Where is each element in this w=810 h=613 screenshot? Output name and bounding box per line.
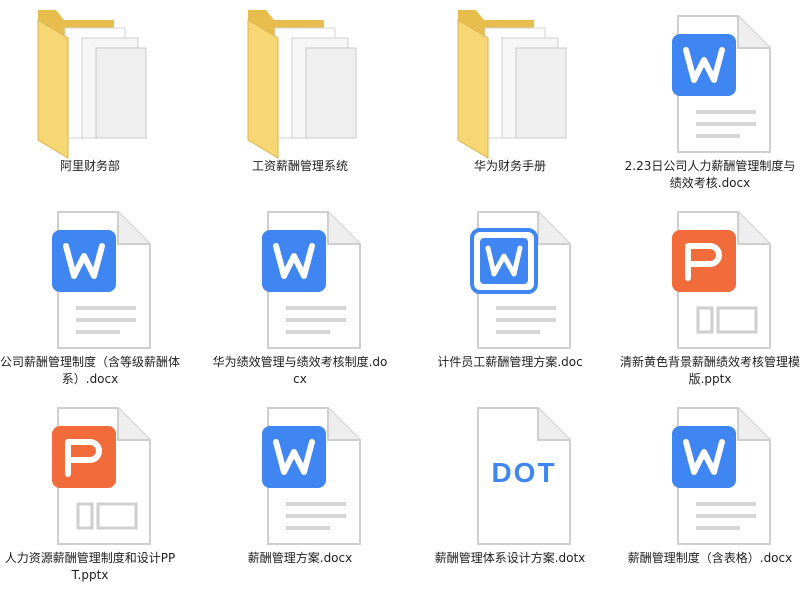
- word-legacy-doc-icon: [430, 200, 590, 356]
- file-name: 工资薪酬管理系统: [210, 158, 390, 175]
- file-item-salary-plan-docx[interactable]: 薪酬管理方案.docx: [200, 394, 400, 590]
- file-name: 薪酬管理方案.docx: [210, 550, 390, 567]
- file-item-salary-system-table-docx[interactable]: 薪酬管理制度（含表格）.docx: [610, 394, 810, 590]
- file-item-ali-finance[interactable]: 阿里财务部: [0, 2, 190, 198]
- file-name: 公司薪酬管理制度（含等级薪酬体系）.docx: [0, 354, 180, 388]
- file-name: 计件员工薪酬管理方案.doc: [420, 354, 600, 371]
- powerpoint-icon: [10, 396, 170, 552]
- file-name: 华为财务手册: [420, 158, 600, 175]
- file-item-yellow-template-pptx[interactable]: 清新黄色背景薪酬绩效考核管理模版.pptx: [610, 198, 810, 394]
- file-name: 清新黄色背景薪酬绩效考核管理模版.pptx: [620, 354, 800, 388]
- word-doc-icon: [10, 200, 170, 356]
- word-doc-icon: [630, 396, 790, 552]
- file-item-hr-design-pptx[interactable]: 人力资源薪酬管理制度和设计PPT.pptx: [0, 394, 190, 590]
- folder-icon: [220, 4, 380, 160]
- file-name: 人力资源薪酬管理制度和设计PPT.pptx: [0, 550, 180, 584]
- file-name: 华为绩效管理与绩效考核制度.docx: [210, 354, 390, 388]
- file-item-piecework-doc[interactable]: 计件员工薪酬管理方案.doc: [410, 198, 610, 394]
- dot-template-icon: DOT: [430, 396, 590, 552]
- folder-icon: [430, 4, 590, 160]
- file-name: 薪酬管理制度（含表格）.docx: [620, 550, 800, 567]
- file-item-huawei-performance-docx[interactable]: 华为绩效管理与绩效考核制度.docx: [200, 198, 400, 394]
- file-name: 薪酬管理体系设计方案.dotx: [420, 550, 600, 567]
- word-doc-icon: [220, 396, 380, 552]
- folder-icon: [10, 4, 170, 160]
- file-item-system-design-dotx[interactable]: DOT 薪酬管理体系设计方案.dotx: [410, 394, 610, 590]
- word-doc-icon: [630, 4, 790, 160]
- file-item-hr-salary-docx[interactable]: 2.23日公司人力薪酬管理制度与绩效考核.docx: [610, 2, 810, 198]
- file-item-huawei-finance[interactable]: 华为财务手册: [410, 2, 610, 198]
- file-item-company-salary-docx[interactable]: 公司薪酬管理制度（含等级薪酬体系）.docx: [0, 198, 190, 394]
- dot-text: DOT: [491, 457, 556, 488]
- file-name: 2.23日公司人力薪酬管理制度与绩效考核.docx: [620, 158, 800, 192]
- powerpoint-icon: [630, 200, 790, 356]
- file-item-salary-system[interactable]: 工资薪酬管理系统: [200, 2, 400, 198]
- word-doc-icon: [220, 200, 380, 356]
- file-name: 阿里财务部: [0, 158, 180, 175]
